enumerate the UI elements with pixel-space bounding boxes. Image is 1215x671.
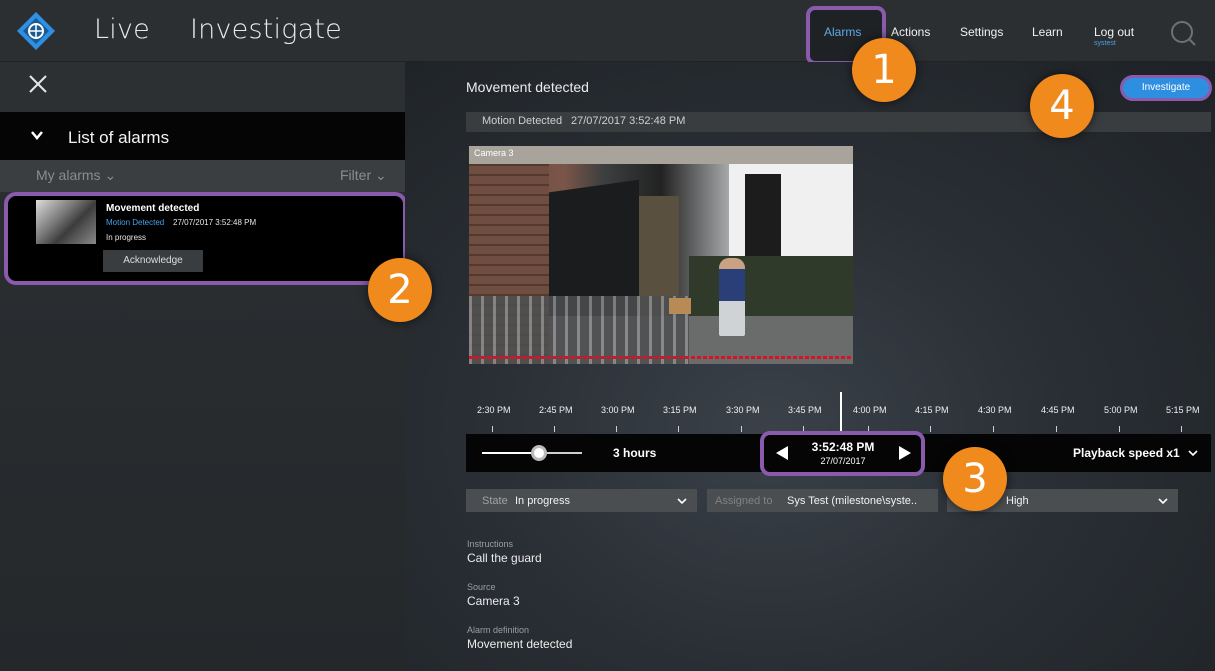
video-railing [469, 296, 689, 364]
timeline-label: 3:00 PM [601, 405, 635, 415]
filter-dropdown[interactable]: Filter ⌄ [340, 167, 387, 184]
nav-settings[interactable]: Settings [960, 25, 1003, 39]
nav-live[interactable]: Live [94, 14, 150, 45]
timeline-tick [1119, 426, 1120, 432]
alarm-definition-label: Alarm definition [467, 625, 530, 635]
alarm-definition-value: Movement detected [467, 637, 573, 651]
timeline-label: 4:15 PM [915, 405, 949, 415]
my-alarms-dropdown[interactable]: My alarms ⌄ [36, 167, 116, 184]
timeline-tick [993, 426, 994, 432]
alarm-item-title: Movement detected [106, 203, 200, 214]
timeline-label: 3:15 PM [663, 405, 697, 415]
acknowledge-button[interactable]: Acknowledge [103, 250, 203, 272]
close-icon[interactable] [28, 74, 48, 94]
video-sky [469, 146, 853, 164]
timeline-label: 4:00 PM [853, 405, 887, 415]
timespan-slider-handle[interactable] [531, 445, 547, 461]
camera-video[interactable] [469, 146, 853, 364]
source-value: Camera 3 [467, 594, 520, 608]
timeline-label: 5:15 PM [1166, 405, 1200, 415]
timeline-tick [492, 426, 493, 432]
nav-actions[interactable]: Actions [891, 25, 930, 39]
timeline-tick [1181, 426, 1182, 432]
timeline-tick [678, 426, 679, 432]
timeline-tick [741, 426, 742, 432]
timeline-label: 2:30 PM [477, 405, 511, 415]
callout-4: 4 [1030, 74, 1094, 138]
callout-2: 2 [368, 258, 432, 322]
timeline-label: 4:30 PM [978, 405, 1012, 415]
timeline-cursor[interactable] [840, 392, 842, 434]
alarm-item-type: Motion Detected [106, 218, 165, 227]
state-label: State [482, 495, 508, 507]
nav-logout[interactable]: Log out [1094, 25, 1134, 39]
priority-value: High [1006, 495, 1029, 507]
timeline-label: 3:30 PM [726, 405, 760, 415]
timeline-tick [616, 426, 617, 432]
nav-alarms[interactable]: Alarms [824, 25, 861, 39]
timeline-tick [554, 426, 555, 432]
instructions-label: Instructions [467, 539, 514, 549]
chevron-down-icon[interactable] [1188, 448, 1198, 458]
alarm-list-title: List of alarms [68, 128, 170, 147]
timeline-tick [930, 426, 931, 432]
playback-speed-select[interactable]: Playback speed x1 [1073, 446, 1180, 460]
search-icon[interactable] [1170, 20, 1196, 46]
current-date: 27/07/2017 [820, 456, 866, 466]
video-person [719, 258, 745, 336]
camera-name-label: Camera 3 [474, 148, 514, 158]
chevron-down-icon[interactable] [1158, 496, 1168, 506]
instructions-value: Call the guard [467, 551, 542, 565]
previous-icon[interactable] [775, 445, 789, 461]
investigate-button[interactable]: Investigate [1120, 75, 1212, 101]
video-box [669, 298, 691, 314]
chevron-down-icon[interactable] [677, 496, 687, 506]
motion-indicator-strip [469, 356, 853, 359]
alarm-thumbnail [36, 200, 96, 244]
video-wall-door [745, 174, 781, 264]
alarm-item-status: In progress [106, 233, 147, 242]
callout-1: 1 [852, 38, 916, 102]
event-type: Motion Detected [482, 115, 563, 127]
timeline-label: 5:00 PM [1104, 405, 1138, 415]
source-label: Source [467, 582, 496, 592]
current-user: systest [1094, 40, 1116, 47]
assigned-value: Sys Test (milestone\syste.. [787, 495, 918, 507]
timespan-label: 3 hours [613, 446, 657, 460]
timeline-tick [1056, 426, 1057, 432]
timeline-label: 2:45 PM [539, 405, 573, 415]
detail-title: Movement detected [466, 79, 589, 95]
timeline-label: 4:45 PM [1041, 405, 1075, 415]
nav-learn[interactable]: Learn [1032, 25, 1063, 39]
alarm-list-header[interactable] [0, 112, 405, 160]
event-time: 27/07/2017 3:52:48 PM [571, 115, 686, 127]
chevron-down-icon[interactable] [30, 128, 44, 142]
assigned-label: Assigned to [715, 495, 773, 507]
top-bar: Live Investigate Alarms Actions Settings… [0, 0, 1215, 65]
current-time: 3:52:48 PM [811, 440, 875, 454]
nav-investigate[interactable]: Investigate [190, 14, 342, 45]
alarm-item-time: 27/07/2017 3:52:48 PM [173, 218, 257, 227]
next-icon[interactable] [898, 445, 912, 461]
timeline-labels: 2:30 PM 2:45 PM 3:00 PM 3:15 PM 3:30 PM … [466, 405, 1211, 419]
callout-3: 3 [943, 447, 1007, 511]
milestone-logo-icon[interactable] [16, 11, 56, 51]
timeline-label: 3:45 PM [788, 405, 822, 415]
state-value: In progress [515, 495, 571, 507]
video-hedge [689, 256, 853, 316]
